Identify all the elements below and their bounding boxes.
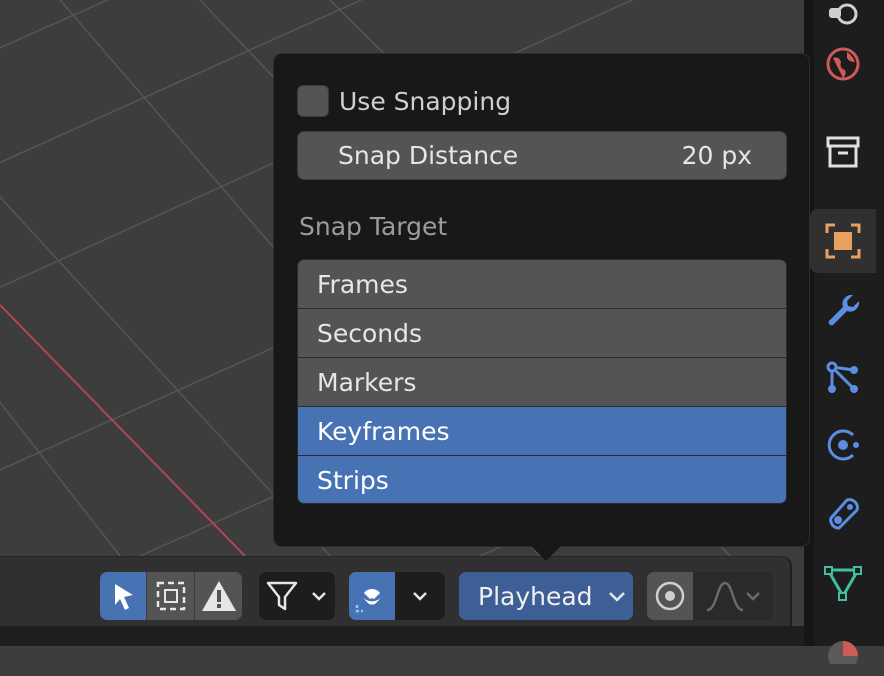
filter-chevron[interactable] [305, 572, 333, 620]
snapping-group [349, 572, 445, 620]
filter-button[interactable] [259, 572, 305, 620]
select-mode-group [100, 572, 242, 620]
object-icon [825, 223, 861, 259]
snap-distance-field[interactable]: Snap Distance 20 px [297, 131, 787, 180]
snap-target-label: Keyframes [317, 416, 450, 446]
modifier-icon [828, 294, 860, 326]
snap-target-playhead-dropdown[interactable]: Playhead [459, 572, 633, 620]
proportional-editing-icon [655, 581, 685, 611]
world-icon [826, 47, 860, 81]
use-snapping-row[interactable]: Use Snapping [297, 84, 511, 118]
status-bar [0, 626, 804, 646]
physics-icon [827, 429, 859, 461]
modifier-tab[interactable] [810, 278, 876, 342]
snap-target-frames[interactable]: Frames [298, 260, 786, 309]
proportional-falloff-dropdown[interactable] [693, 572, 773, 620]
snap-target-label: Strips [317, 466, 389, 495]
snap-distance-label: Snap Distance [338, 141, 519, 170]
use-snapping-label: Use Snapping [339, 86, 512, 116]
material-tab[interactable] [810, 612, 876, 676]
warning-icon [201, 581, 236, 611]
particles-icon [826, 361, 858, 393]
popover-arrow [530, 545, 562, 561]
snap-target-label: Markers [317, 367, 417, 397]
falloff-curve-icon [706, 581, 744, 612]
playhead-label: Playhead [478, 581, 593, 611]
collection-icon [826, 136, 860, 168]
render-icon [829, 3, 858, 25]
world-tab[interactable] [810, 32, 876, 96]
snap-target-seconds[interactable]: Seconds [298, 309, 786, 358]
filter-dropdown[interactable] [259, 572, 335, 620]
snap-target-heading: Snap Target [299, 212, 448, 241]
constraints-icon [829, 498, 859, 530]
snap-target-markers[interactable]: Markers [298, 358, 786, 407]
select-box-button[interactable] [146, 572, 194, 620]
particles-tab[interactable] [810, 346, 876, 410]
snap-target-strips[interactable]: Strips [298, 456, 786, 503]
snap-target-label: Frames [317, 269, 408, 299]
object-data-icon [824, 566, 862, 601]
select-box-icon [156, 581, 185, 611]
chevron-down-icon [746, 592, 760, 601]
proportional-editing-group [647, 572, 773, 620]
chevron-down-icon [609, 592, 625, 602]
object-tab[interactable] [810, 209, 876, 273]
snap-target-keyframes[interactable]: Keyframes [298, 407, 786, 456]
object-data-tab[interactable] [810, 550, 876, 614]
proportional-editing-button[interactable] [647, 572, 693, 620]
filter-icon [266, 581, 298, 611]
chevron-down-icon [312, 592, 326, 601]
select-tweak-button[interactable] [100, 572, 146, 620]
snap-target-list: Frames Seconds Markers Keyframes Strips [297, 259, 787, 504]
snap-distance-value: 20 px [681, 141, 752, 170]
select-tweak-icon [115, 584, 133, 610]
material-icon [828, 641, 858, 664]
constraints-tab[interactable] [810, 482, 876, 546]
snap-toggle-button[interactable] [349, 572, 395, 620]
chevron-down-icon [413, 592, 427, 601]
use-snapping-checkbox[interactable] [297, 85, 329, 117]
snap-target-label: Seconds [317, 318, 423, 348]
warning-button[interactable] [194, 572, 242, 620]
snap-magnet-icon [355, 589, 383, 613]
snap-options-chevron[interactable] [395, 572, 445, 620]
physics-tab[interactable] [810, 413, 876, 477]
collection-tab[interactable] [810, 120, 876, 184]
